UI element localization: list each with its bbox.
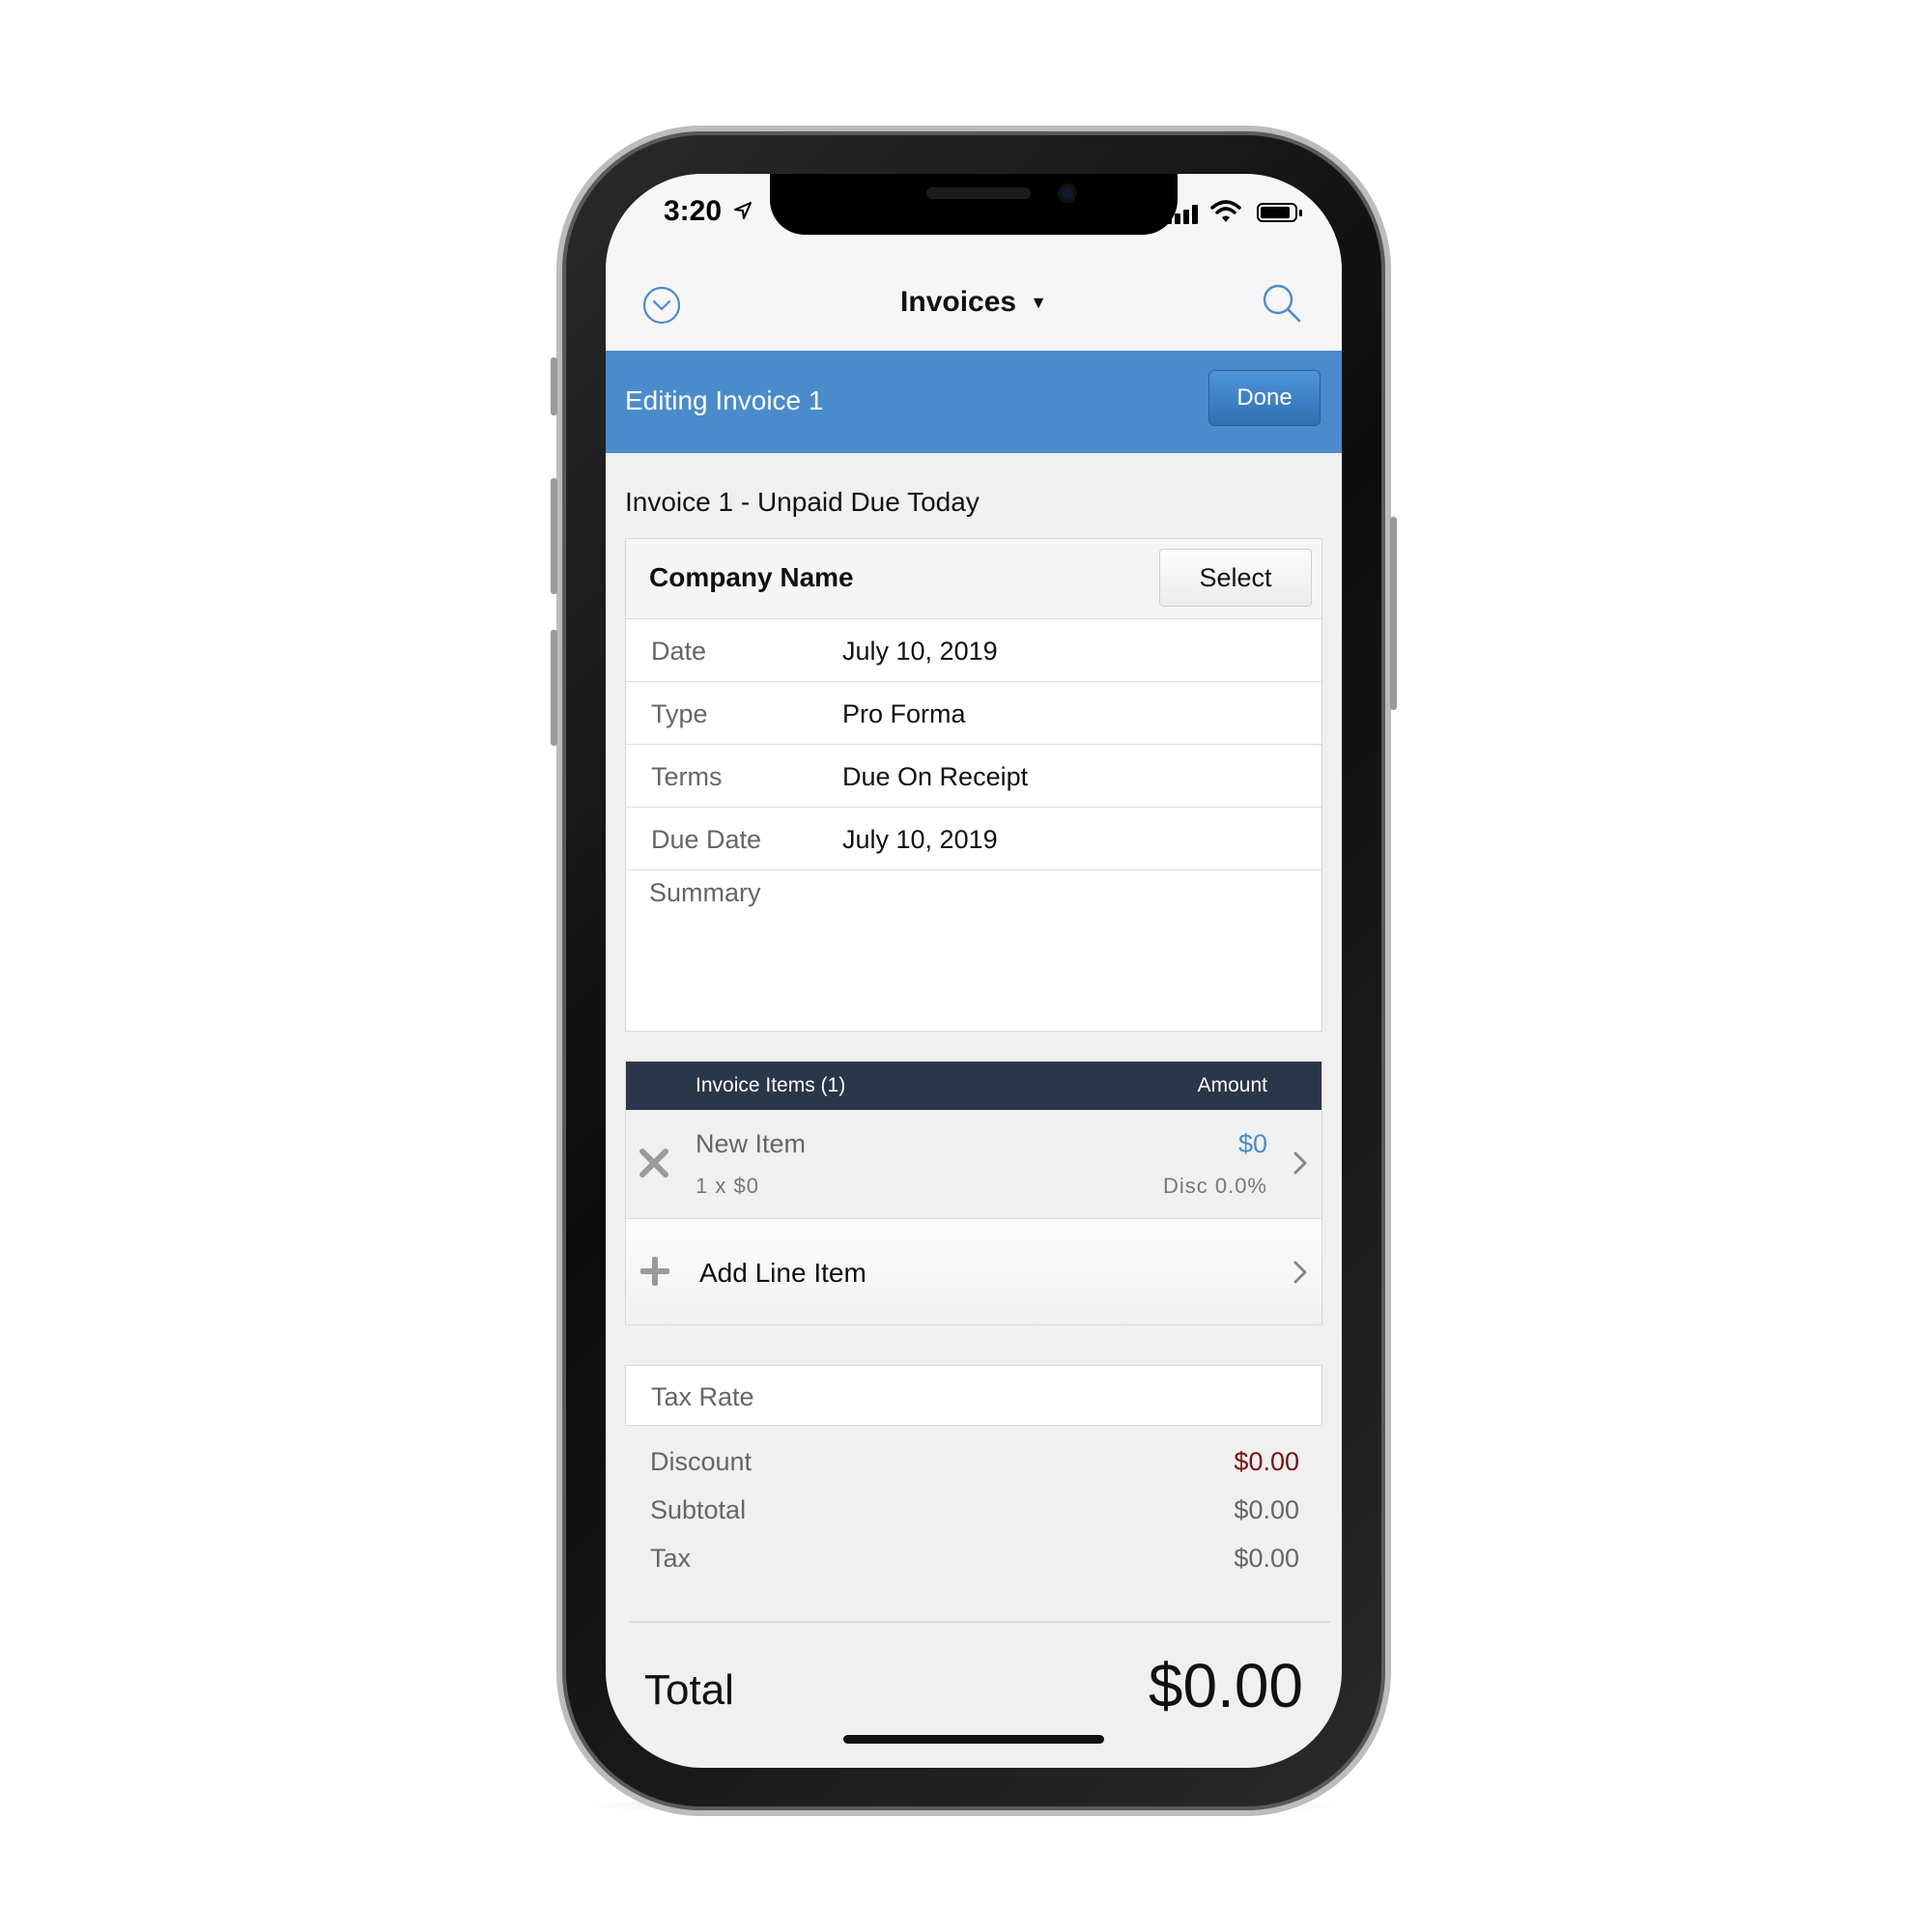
field-label: Due Date: [651, 825, 762, 854]
subtotal-label: Subtotal: [650, 1495, 747, 1524]
home-indicator[interactable]: [843, 1735, 1104, 1744]
add-line-item-row[interactable]: Add Line Item: [626, 1219, 1321, 1324]
select-company-button[interactable]: Select: [1159, 549, 1312, 607]
caret-down-icon: ▼: [1030, 293, 1047, 312]
invoice-details-card: Company Name Select Date July 10, 2019 T…: [625, 538, 1322, 1032]
close-x-icon[interactable]: [639, 1149, 668, 1178]
due-date-row[interactable]: Due Date July 10, 2019: [626, 808, 1321, 870]
nav-title-dropdown[interactable]: Invoices ▼: [606, 286, 1342, 319]
chevron-right-icon: [1293, 1151, 1307, 1175]
tax-label: Tax: [650, 1544, 692, 1573]
total-value: $0.00: [1148, 1651, 1303, 1720]
terms-row[interactable]: Terms Due On Receipt: [626, 745, 1321, 808]
due-date-value[interactable]: July 10, 2019: [842, 825, 998, 855]
invoice-status: Invoice 1 - Unpaid Due Today: [625, 487, 980, 517]
notch: [770, 174, 1178, 235]
discount-value: $0.00: [1234, 1447, 1299, 1476]
subtotal-value: $0.00: [1234, 1495, 1299, 1524]
invoice-items-heading: Invoice Items (1): [696, 1074, 846, 1096]
line-item-discount: Disc 0.0%: [1162, 1174, 1267, 1198]
phone-silent-switch: [551, 357, 557, 415]
battery-tip: [1299, 210, 1302, 216]
location-arrow-icon: [734, 202, 752, 219]
done-button[interactable]: Done: [1208, 370, 1321, 426]
earpiece-speaker: [926, 187, 1031, 199]
line-item-name: New Item: [696, 1129, 807, 1158]
invoice-items-card: Invoice Items (1) Amount New Item 1 x $0…: [625, 1061, 1322, 1325]
chevron-right-icon: [1293, 1261, 1307, 1284]
tax-rate-field[interactable]: Tax Rate: [625, 1365, 1322, 1426]
search-icon[interactable]: [1261, 282, 1303, 325]
phone-screen: 3:20 Invoices ▼ Editing Invoice 1 Done I…: [606, 174, 1342, 1768]
invoice-items-header: Invoice Items (1) Amount: [626, 1062, 1321, 1110]
terms-value[interactable]: Due On Receipt: [842, 762, 1028, 792]
company-name-label: Company Name: [649, 562, 854, 592]
wifi-icon: [1210, 200, 1241, 222]
date-value[interactable]: July 10, 2019: [842, 637, 998, 667]
line-item-quantity: 1 x $0: [696, 1174, 759, 1198]
summary-field[interactable]: Summary: [649, 878, 761, 908]
company-row: Company Name Select: [626, 539, 1321, 619]
total-label: Total: [644, 1666, 734, 1714]
battery-icon: [1257, 203, 1297, 222]
nav-bar: Invoices ▼: [606, 257, 1342, 351]
type-value[interactable]: Pro Forma: [842, 699, 966, 729]
phone-power-button: [1390, 517, 1397, 710]
totals-divider: [629, 1621, 1330, 1623]
tax-value: $0.00: [1234, 1544, 1299, 1573]
tax-rate-label: Tax Rate: [651, 1382, 754, 1411]
nav-title: Invoices: [900, 286, 1017, 318]
field-label: Date: [651, 637, 707, 666]
date-row[interactable]: Date July 10, 2019: [626, 619, 1321, 682]
plus-icon: [640, 1257, 669, 1286]
line-item-row[interactable]: New Item 1 x $0 $0 Disc 0.0%: [626, 1110, 1321, 1219]
front-camera: [1058, 184, 1077, 203]
line-item-amount: $0: [1237, 1129, 1267, 1158]
add-line-item-label: Add Line Item: [699, 1258, 867, 1288]
type-row[interactable]: Type Pro Forma: [626, 682, 1321, 745]
phone-volume-down-button: [551, 630, 557, 746]
status-time: 3:20: [664, 195, 723, 227]
editing-bar: Editing Invoice 1 Done: [606, 351, 1342, 453]
amount-heading: Amount: [1197, 1074, 1267, 1096]
editing-title: Editing Invoice 1: [625, 385, 824, 415]
phone-volume-up-button: [551, 478, 557, 594]
discount-label: Discount: [650, 1447, 753, 1476]
field-label: Terms: [651, 762, 723, 791]
field-label: Type: [651, 699, 708, 728]
